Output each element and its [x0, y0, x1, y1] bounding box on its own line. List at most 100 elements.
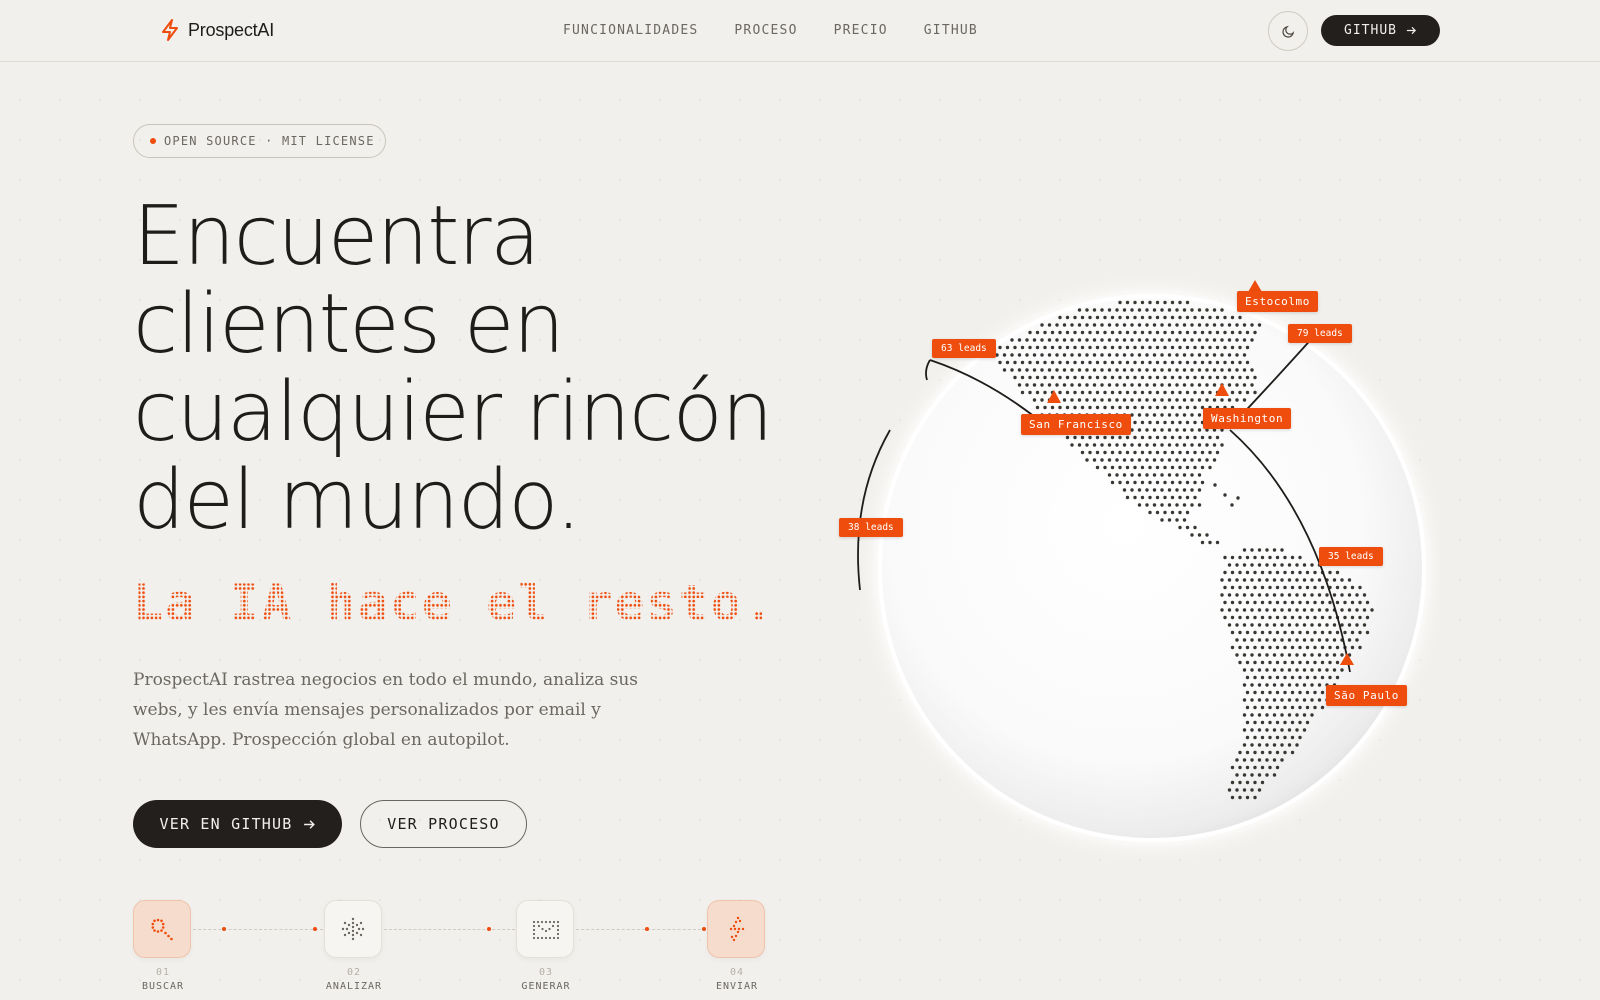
land-dot	[1298, 570, 1302, 575]
land-dot	[1268, 600, 1272, 605]
land-dot	[1317, 698, 1322, 702]
land-dot	[1077, 443, 1082, 447]
nav-link-proceso[interactable]: PROCESO	[734, 23, 797, 38]
land-dot	[1340, 578, 1344, 582]
logo[interactable]: ProspectAI	[160, 19, 274, 41]
step-number: 02	[346, 967, 362, 978]
land-dot	[1313, 705, 1317, 710]
step-buscar[interactable]: 01 BUSCAR	[133, 900, 193, 992]
land-dot	[1140, 495, 1145, 500]
land-dot	[1325, 668, 1329, 672]
land-dot	[1178, 390, 1182, 395]
land-dot	[1095, 375, 1100, 380]
step-analizar[interactable]: 02 ANALIZAR	[324, 900, 384, 992]
city-label-sao-paulo[interactable]: São Paulo	[1326, 685, 1408, 706]
land-dot	[1215, 360, 1220, 365]
land-dot	[1197, 413, 1202, 417]
land-dot	[1208, 435, 1212, 440]
land-dot	[1245, 330, 1250, 335]
theme-toggle-button[interactable]	[1268, 11, 1308, 51]
land-dot	[1190, 398, 1194, 402]
land-dot	[1118, 435, 1122, 440]
land-dot	[1115, 398, 1119, 402]
land-dot	[1145, 413, 1149, 417]
land-dot	[1122, 353, 1127, 357]
land-dot	[1260, 735, 1265, 740]
land-dot	[1253, 750, 1257, 755]
nav-link-funcionalidades[interactable]: FUNCIONALIDADES	[563, 23, 698, 38]
land-dot	[1137, 503, 1142, 507]
land-dot	[1110, 405, 1115, 410]
step-generar[interactable]: 03 GENERAR	[516, 900, 576, 992]
land-dot	[1242, 788, 1247, 792]
land-dot	[1227, 608, 1232, 612]
land-dot	[1325, 593, 1329, 597]
land-dot	[1305, 645, 1310, 650]
land-dot	[1110, 390, 1115, 395]
land-dot	[1193, 345, 1197, 350]
land-dot	[1350, 630, 1355, 635]
land-dot	[1193, 420, 1197, 425]
land-dot	[1328, 570, 1332, 575]
land-dot	[1275, 585, 1280, 590]
land-dot	[1212, 353, 1217, 357]
land-dot	[1265, 563, 1269, 567]
land-dot	[1250, 608, 1254, 612]
land-dot	[1185, 525, 1190, 530]
step-enviar[interactable]: 04 ENVIAR	[707, 900, 767, 992]
nav-link-precio[interactable]: PRECIO	[834, 23, 888, 38]
land-dot	[1170, 465, 1175, 470]
land-dot	[1265, 548, 1269, 552]
view-process-button[interactable]: VER PROCESO	[360, 800, 527, 848]
city-label-san-francisco[interactable]: San Francisco	[1021, 414, 1131, 435]
land-dot	[1137, 443, 1142, 447]
land-dot	[1332, 578, 1337, 582]
land-dot	[1175, 518, 1179, 522]
land-dot	[1010, 338, 1014, 342]
land-dot	[1257, 623, 1262, 627]
land-dot	[1325, 608, 1329, 612]
leads-label[interactable]: 63 leads	[932, 339, 996, 358]
leads-label[interactable]: 38 leads	[839, 518, 903, 537]
land-dot	[1197, 503, 1202, 507]
land-dot	[1175, 398, 1179, 402]
city-label-washington[interactable]: Washington	[1203, 408, 1292, 429]
land-dot	[1257, 668, 1262, 672]
land-dot	[1062, 353, 1067, 357]
headline-line: cualquier rincón	[133, 365, 773, 460]
land-dot	[1235, 593, 1239, 597]
land-dot	[1238, 600, 1242, 605]
land-dot	[995, 353, 999, 357]
land-dot	[1110, 480, 1115, 485]
land-dot	[1065, 435, 1070, 440]
view-on-github-button[interactable]: VER EN GITHUB	[133, 800, 342, 848]
land-dot	[1235, 383, 1239, 387]
land-dot	[1238, 360, 1242, 365]
leads-label[interactable]: 79 leads	[1288, 324, 1352, 343]
land-dot	[1175, 308, 1179, 312]
land-dot	[1317, 653, 1322, 657]
land-dot	[1260, 690, 1265, 695]
land-dot	[1152, 338, 1157, 342]
city-label-estocolmo[interactable]: Estocolmo	[1237, 291, 1319, 312]
land-dot	[1197, 473, 1202, 477]
land-dot	[1268, 690, 1272, 695]
land-dot	[1302, 698, 1307, 702]
land-dot	[1182, 413, 1187, 417]
land-dot	[1148, 330, 1152, 335]
land-dot	[1148, 405, 1152, 410]
land-dot	[1283, 675, 1287, 680]
land-dot	[1125, 435, 1130, 440]
nav-link-github[interactable]: GITHUB	[924, 23, 978, 38]
land-dot	[1115, 383, 1119, 387]
land-dot	[1193, 375, 1197, 380]
land-dot	[1040, 398, 1044, 402]
land-dot	[1280, 713, 1284, 717]
land-dot	[1290, 735, 1295, 740]
land-dot	[1358, 585, 1362, 590]
land-dot	[1025, 383, 1029, 387]
github-nav-button[interactable]: GITHUB	[1321, 15, 1440, 46]
leads-label[interactable]: 35 leads	[1319, 547, 1383, 566]
land-dot	[1185, 405, 1190, 410]
land-dot	[1170, 510, 1175, 515]
